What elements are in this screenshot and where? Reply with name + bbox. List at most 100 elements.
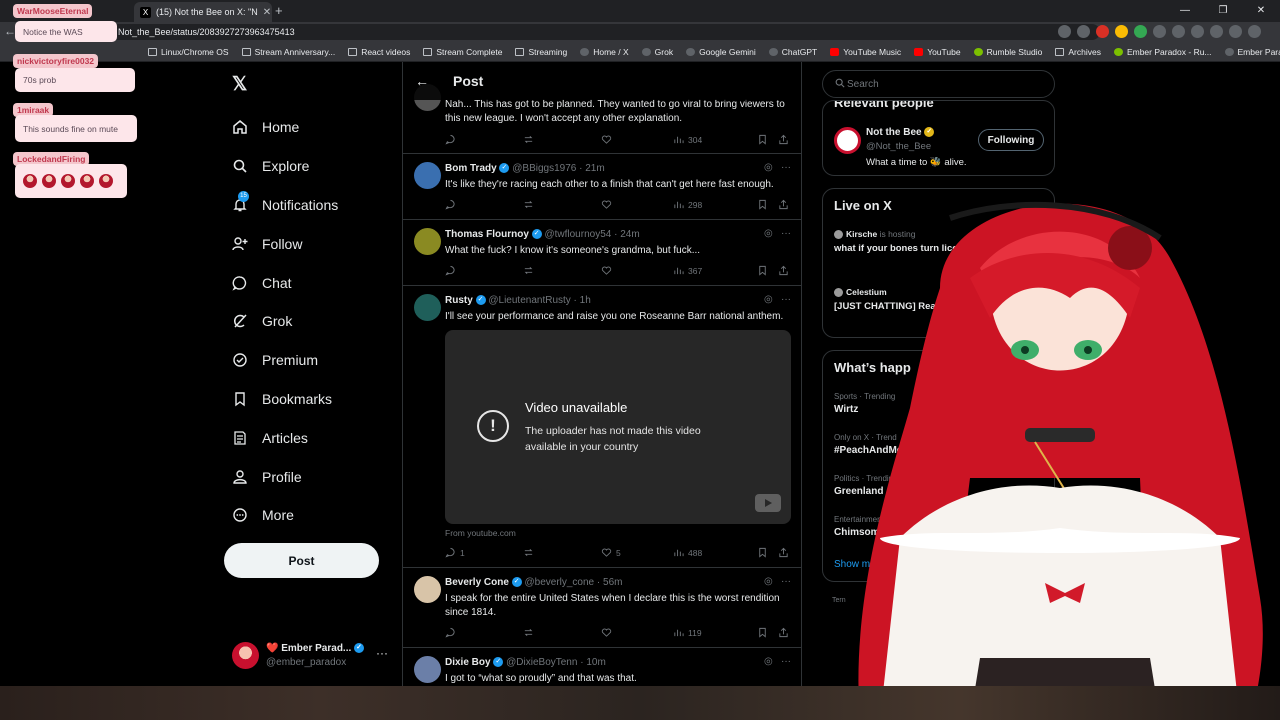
- views-button[interactable]: 367: [673, 265, 757, 276]
- views-button[interactable]: 298: [673, 199, 757, 210]
- bookmark[interactable]: YouTube Music: [830, 47, 901, 57]
- following-button[interactable]: Following: [978, 129, 1044, 151]
- reply-post[interactable]: Thomas Flournoy ✓ @twflournoy54 · 24m ◎ …: [403, 220, 801, 286]
- video-source[interactable]: From youtube.com: [445, 528, 516, 538]
- views-button[interactable]: 304: [673, 134, 757, 145]
- nav-item-articles[interactable]: Articles: [232, 418, 338, 457]
- post-tools[interactable]: ◎ ···: [764, 656, 791, 667]
- bookmark[interactable]: Google Gemini: [686, 47, 756, 57]
- new-tab-icon[interactable]: +: [275, 3, 283, 18]
- share-button[interactable]: [778, 134, 789, 145]
- nav-item-premium[interactable]: Premium: [232, 341, 338, 380]
- video-embed[interactable]: ! Video unavailable The uploader has not…: [445, 330, 791, 524]
- bookmark[interactable]: Archives: [1055, 47, 1101, 57]
- reply-button[interactable]: [445, 199, 523, 210]
- star-icon[interactable]: [1077, 25, 1090, 38]
- nav-item-explore[interactable]: Explore: [232, 147, 338, 186]
- post-tools[interactable]: ◎ ···: [764, 228, 791, 239]
- bookmark[interactable]: Linux/Chrome OS: [148, 47, 229, 57]
- nav-item-more[interactable]: More: [232, 496, 338, 535]
- repost-button[interactable]: [523, 627, 601, 638]
- repost-button[interactable]: [523, 265, 601, 276]
- share-button[interactable]: [778, 265, 789, 276]
- like-button[interactable]: [601, 627, 673, 638]
- bookmark-button[interactable]: [757, 547, 778, 558]
- x-logo-icon[interactable]: 𝕏: [232, 73, 247, 96]
- bookmark-button[interactable]: [757, 265, 778, 276]
- nav-item-profile[interactable]: Profile: [232, 457, 338, 496]
- nav-item-chat[interactable]: Chat: [232, 263, 338, 302]
- account-switcher[interactable]: ❤️ Ember Parad... ✓ @ember_paradox ···: [232, 640, 392, 672]
- extension-icon[interactable]: [1191, 25, 1204, 38]
- more-icon[interactable]: ···: [376, 646, 388, 660]
- post-tools[interactable]: ◎ ···: [764, 576, 791, 587]
- reply-post[interactable]: Bom Trady ✓ @BBiggs1976 · 21m ◎ ··· It's…: [403, 154, 801, 220]
- menu-icon[interactable]: [1248, 25, 1261, 38]
- minimize-icon[interactable]: —: [1166, 0, 1204, 22]
- like-button[interactable]: 5: [601, 547, 673, 558]
- relevant-people-panel: Relevant people Not the Bee ✓ @Not_the_B…: [822, 100, 1055, 176]
- account-name: ❤️ Ember Parad... ✓: [266, 643, 365, 654]
- reply-button[interactable]: [445, 265, 523, 276]
- extension-icon[interactable]: [1153, 25, 1166, 38]
- reply-post[interactable]: Rusty ✓ @LieutenantRusty · 1h ◎ ··· I'll…: [403, 286, 801, 568]
- bookmark[interactable]: Grok: [641, 47, 673, 57]
- bookmark-button[interactable]: [757, 627, 778, 638]
- bookmark-button[interactable]: [757, 134, 778, 145]
- bookmark[interactable]: ChatGPT: [768, 47, 817, 57]
- youtube-icon[interactable]: [755, 494, 781, 512]
- bookmark[interactable]: YouTube: [914, 47, 961, 57]
- share-button[interactable]: [778, 627, 789, 638]
- reply-post[interactable]: Beverly Cone ✓ @beverly_cone · 56m ◎ ···…: [403, 568, 801, 648]
- bookmark[interactable]: Rumble Studio: [973, 47, 1042, 57]
- nav-item-notifications[interactable]: 15 Notifications: [232, 186, 338, 225]
- bookmark-button[interactable]: [757, 199, 778, 210]
- reply-button[interactable]: 1: [445, 547, 523, 558]
- address-bar[interactable]: Not_the_Bee/status/2083927273963475413: [110, 24, 1100, 40]
- repost-button[interactable]: [523, 134, 601, 145]
- search-input[interactable]: Search: [822, 70, 1055, 98]
- nav-item-grok[interactable]: Grok: [232, 302, 338, 341]
- close-window-icon[interactable]: ✕: [1242, 0, 1280, 22]
- post-tools[interactable]: ◎ ···: [764, 162, 791, 173]
- bookmark[interactable]: Streaming: [515, 47, 567, 57]
- extension-icon[interactable]: [1172, 25, 1185, 38]
- tab-close-icon[interactable]: ✕: [263, 7, 271, 18]
- extension-icon[interactable]: [1134, 25, 1147, 38]
- puzzle-icon[interactable]: [1210, 25, 1223, 38]
- share-button[interactable]: [778, 199, 789, 210]
- profile-icon[interactable]: [1229, 25, 1242, 38]
- nav-item-bookmarks[interactable]: Bookmarks: [232, 380, 338, 419]
- bookmark[interactable]: Ember Paradox - Ru...: [1113, 47, 1212, 57]
- browser-tab[interactable]: X (15) Not the Bee on X: "N ✕: [134, 2, 272, 22]
- avatar[interactable]: [834, 127, 861, 154]
- reply-button[interactable]: [445, 627, 523, 638]
- repost-button[interactable]: [523, 547, 601, 558]
- nav-item-home[interactable]: Home: [232, 108, 338, 147]
- bookmark[interactable]: Stream Complete: [423, 47, 502, 57]
- nav-label: Profile: [262, 468, 302, 485]
- like-button[interactable]: [601, 134, 673, 145]
- user-name[interactable]: Not the Bee ✓: [866, 127, 935, 138]
- bookmark[interactable]: Stream Anniversary...: [241, 47, 335, 57]
- bookmark[interactable]: Ember Paradox: [1224, 47, 1280, 57]
- post-button[interactable]: Post: [224, 543, 379, 578]
- like-button[interactable]: [601, 199, 673, 210]
- views-button[interactable]: 119: [673, 627, 757, 638]
- article-icon: [232, 430, 248, 446]
- extension-icon[interactable]: [1096, 25, 1109, 38]
- repost-button[interactable]: [523, 199, 601, 210]
- reply-post[interactable]: Dixie Boy ✓ @DixieBoyTenn · 10m ◎ ··· I …: [403, 648, 801, 686]
- install-icon[interactable]: [1058, 25, 1071, 38]
- share-button[interactable]: [778, 547, 789, 558]
- maximize-icon[interactable]: ❐: [1204, 0, 1242, 22]
- post-tools[interactable]: ◎ ···: [764, 294, 791, 305]
- back-arrow-icon[interactable]: ←: [415, 73, 429, 89]
- like-button[interactable]: [601, 265, 673, 276]
- bookmark[interactable]: React videos: [348, 47, 410, 57]
- nav-item-follow[interactable]: Follow: [232, 224, 338, 263]
- reply-button[interactable]: [445, 134, 523, 145]
- extension-icon[interactable]: [1115, 25, 1128, 38]
- bookmark[interactable]: Home / X: [580, 47, 629, 57]
- views-button[interactable]: 488: [673, 547, 757, 558]
